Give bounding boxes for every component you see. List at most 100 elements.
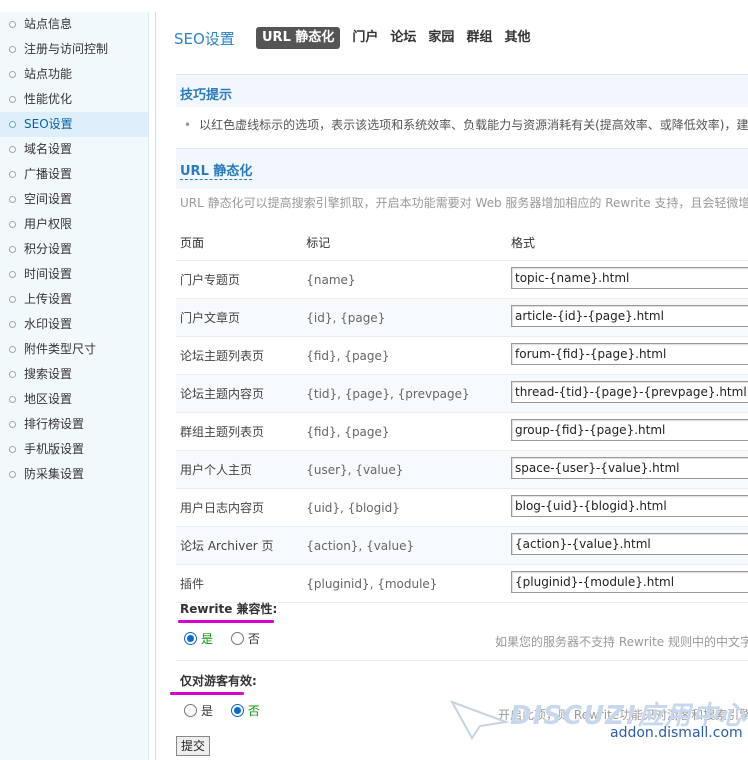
annotation-underline (170, 692, 244, 695)
format-cell: {action}-{value}.html (507, 526, 748, 565)
sidebar-item[interactable]: 地区设置 (0, 387, 148, 412)
sidebar-item[interactable]: SEO设置 (0, 112, 148, 137)
table-row: 用户个人主页 {user}, {value} space-{user}-{value… (176, 450, 748, 489)
format-input[interactable]: group-{fid}-{page}.html (511, 419, 748, 441)
bullet-icon (9, 246, 16, 253)
format-cell: topic-{name}.html (507, 260, 748, 299)
tab-item[interactable]: 其他 (504, 27, 530, 49)
bullet-icon (9, 296, 16, 303)
sidebar-item-label: SEO设置 (24, 117, 73, 131)
sidebar-item[interactable]: 水印设置 (0, 312, 148, 337)
bullet-icon (9, 196, 16, 203)
column-header-format: 格式 (507, 224, 748, 261)
bullet-icon (9, 371, 16, 378)
mark-cell: {user}, {value} (302, 450, 507, 489)
tips-section-header: 技巧提示 (176, 74, 748, 107)
format-input[interactable]: {action}-{value}.html (511, 533, 748, 555)
guest-only-label: 仅对游客有效: (180, 674, 257, 688)
sidebar-item-label: 搜索设置 (24, 367, 73, 381)
format-input[interactable]: topic-{name}.html (511, 267, 748, 289)
sidebar-item[interactable]: 上传设置 (0, 287, 148, 312)
table-header-row: 页面 标记 格式 (176, 224, 748, 261)
mark-cell: {tid}, {page}, {prevpage} (302, 374, 507, 413)
sidebar-item[interactable]: 附件类型尺寸 (0, 337, 148, 362)
sidebar-item[interactable]: 站点信息 (0, 12, 148, 37)
tab-item[interactable]: 门户 (352, 27, 378, 49)
page-cell: 论坛主题内容页 (176, 374, 303, 413)
sidebar-item[interactable]: 排行榜设置 (0, 412, 148, 437)
sidebar-item-label: 域名设置 (24, 142, 73, 156)
rewrite-compat-yes-label[interactable]: 是 (201, 632, 213, 646)
sidebar-item[interactable]: 广播设置 (0, 162, 148, 187)
format-cell: blog-{uid}-{blogid}.html (507, 488, 748, 527)
bullet-icon (9, 121, 16, 128)
bullet-icon (9, 421, 16, 428)
column-header-page: 页面 (176, 224, 303, 261)
format-input[interactable]: forum-{fid}-{page}.html (511, 343, 748, 365)
sidebar-item[interactable]: 用户权限 (0, 212, 148, 237)
rewrite-compat-no-radio[interactable] (230, 632, 244, 645)
rewrite-compat-hint: 如果您的服务器不支持 Rewrite 规则中的中文字 (495, 635, 748, 649)
table-row: 插件 {pluginid}, {module} {pluginid}-{module… (176, 564, 748, 603)
guest-only-yes-radio[interactable] (184, 704, 197, 717)
tab-item[interactable]: URL 静态化 (256, 27, 341, 49)
bullet-icon (9, 346, 16, 353)
sidebar-item-label: 防采集设置 (24, 467, 85, 481)
sidebar-item[interactable]: 注册与访问控制 (0, 37, 148, 62)
page-cell: 群组主题列表页 (176, 412, 303, 451)
divider (176, 660, 748, 661)
format-input[interactable]: {pluginid}-{module}.html (511, 571, 748, 593)
sidebar-item[interactable]: 性能优化 (0, 87, 148, 112)
rewrite-compat-yes-radio[interactable] (184, 632, 197, 645)
sidebar-item[interactable]: 空间设置 (0, 187, 148, 212)
bullet-icon: • (184, 118, 192, 132)
sidebar-item-label: 站点功能 (24, 67, 73, 81)
mark-cell: {uid}, {blogid} (302, 488, 507, 527)
tab-bar: URL 静态化 门户 论坛 家园 群组 其他 (256, 26, 542, 49)
table-row: 论坛主题列表页 {fid}, {page} forum-{fid}-{page}.h… (176, 336, 748, 375)
format-input[interactable]: article-{id}-{page}.html (511, 305, 748, 327)
bullet-icon (9, 146, 16, 153)
format-input[interactable]: thread-{tid}-{page}-{prevpage}.html (511, 381, 748, 403)
bullet-icon (9, 271, 16, 278)
sidebar-item[interactable]: 积分设置 (0, 237, 148, 262)
sidebar-item[interactable]: 域名设置 (0, 137, 148, 162)
sidebar-item[interactable]: 时间设置 (0, 262, 148, 287)
sidebar-item-label: 积分设置 (24, 242, 73, 256)
submit-button[interactable]: 提交 (176, 736, 211, 756)
mark-cell: {pluginid}, {module} (302, 564, 507, 603)
format-input[interactable]: blog-{uid}-{blogid}.html (511, 495, 748, 517)
bullet-icon (9, 71, 16, 78)
tab-item[interactable]: 群组 (466, 27, 492, 49)
tab-item[interactable]: 家园 (428, 27, 454, 49)
sidebar-item-label: 注册与访问控制 (24, 42, 109, 56)
guest-only-no-label[interactable]: 否 (248, 704, 260, 718)
guest-only-no-radio[interactable] (230, 704, 244, 717)
top-bar (0, 0, 748, 12)
mark-cell: {action}, {value} (302, 526, 507, 565)
guest-only-options: 是 否 (184, 702, 274, 719)
sidebar-item[interactable]: 防采集设置 (0, 462, 148, 487)
tab-item[interactable]: 论坛 (390, 27, 416, 49)
format-cell: group-{fid}-{page}.html (507, 412, 748, 451)
sidebar: 站点信息注册与访问控制 站点功能性能优化 SEO设置域名设置广播设置 空间设置 用户权限… (0, 12, 149, 760)
format-cell: thread-{tid}-{page}-{prevpage}.html (507, 374, 748, 413)
guest-only-yes-label[interactable]: 是 (201, 704, 213, 718)
url-static-description: URL 静态化可以提高搜索引擎抓取，开启本功能需要对 Web 服务器增加相应的 … (180, 196, 748, 210)
format-input[interactable]: space-{user}-{value}.html (511, 457, 748, 479)
bullet-icon (9, 446, 16, 453)
sidebar-item-label: 站点信息 (24, 17, 73, 31)
sidebar-item[interactable]: 搜索设置 (0, 362, 148, 387)
sidebar-item[interactable]: 手机版设置 (0, 437, 148, 462)
page-cell: 用户日志内容页 (176, 488, 303, 527)
bullet-icon (9, 21, 16, 28)
rewrite-compat-options: 是 否 (184, 630, 274, 647)
sidebar-item[interactable]: 站点功能 (0, 62, 148, 87)
bullet-icon (9, 96, 16, 103)
table-row: 群组主题列表页 {fid}, {page} group-{fid}-{page}.h… (176, 412, 748, 451)
tip-content: 以红色虚线标示的选项，表示该选项和系统效率、负载能力与资源消耗有关(提高效率、或… (199, 118, 748, 132)
mark-cell: {fid}, {page} (302, 336, 507, 375)
page-cell: 论坛 Archiver 页 (176, 526, 303, 565)
rewrite-compat-no-label[interactable]: 否 (248, 632, 260, 646)
column-header-mark: 标记 (302, 224, 507, 261)
